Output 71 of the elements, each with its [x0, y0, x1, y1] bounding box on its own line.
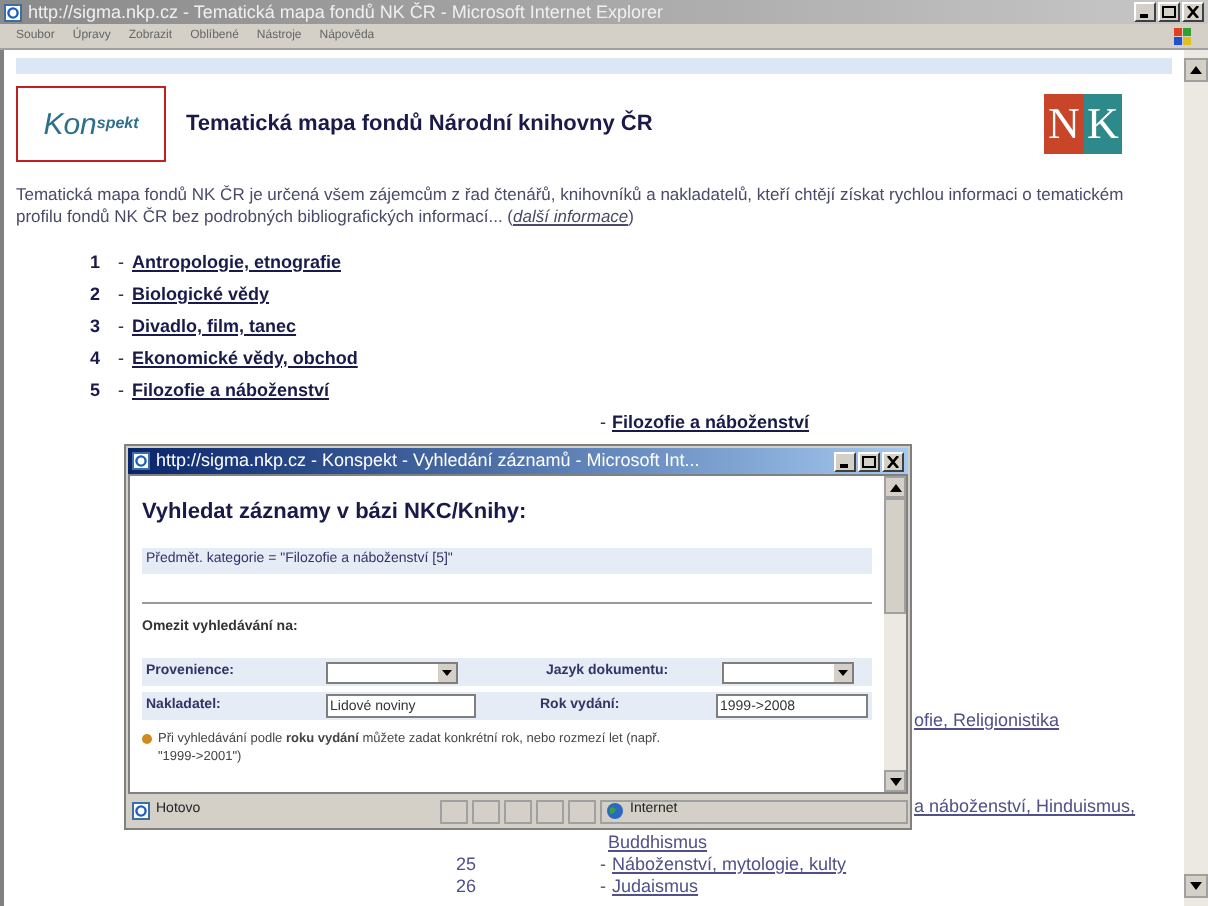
subcategory-link[interactable]: ofie, Religionistika: [914, 710, 1060, 732]
page-icon: [4, 3, 22, 21]
up-arrow-icon: [1190, 66, 1202, 74]
close-button[interactable]: [882, 451, 904, 471]
windows-flag-icon: [1172, 26, 1192, 46]
caret-icon: [834, 663, 852, 681]
close-button[interactable]: [1182, 2, 1204, 22]
category-link[interactable]: Filozofie a náboženství: [132, 377, 330, 405]
status-pane: [472, 799, 500, 823]
category-link[interactable]: Ekonomické vědy, obchod: [132, 345, 358, 373]
category-link[interactable]: Divadlo, film, tanec: [132, 313, 297, 341]
more-info-link[interactable]: další informace: [513, 206, 629, 226]
subcategory-number: 26: [456, 876, 479, 898]
scroll-down-button[interactable]: [884, 770, 906, 792]
dash: -: [600, 876, 608, 898]
dash: -: [118, 249, 126, 276]
down-arrow-icon: [889, 777, 901, 785]
up-arrow-icon: [889, 483, 901, 491]
nk-logo: N K: [1044, 94, 1122, 154]
scroll-thumb[interactable]: [884, 498, 906, 614]
maximize-button[interactable]: [858, 451, 880, 471]
maximize-button[interactable]: [1158, 2, 1180, 22]
status-pane: [440, 799, 468, 823]
dash: -: [600, 409, 606, 436]
status-pane: [536, 799, 564, 823]
page-icon: [132, 802, 150, 820]
caret-icon: [438, 663, 456, 681]
category-number: 5: [90, 377, 103, 404]
dash: -: [118, 313, 126, 340]
popup-scrollbar[interactable]: [884, 476, 906, 792]
popup-title: http://sigma.nkp.cz - Konspekt - Vyhledání záznamů - Microsoft Int...: [156, 452, 702, 470]
subcategory-link[interactable]: Náboženství, mytologie, kulty: [612, 854, 847, 876]
page-icon: [132, 452, 150, 470]
minimize-button[interactable]: [834, 451, 856, 471]
maximize-icon: [862, 455, 876, 467]
dash: -: [118, 281, 126, 308]
category-number: 2: [90, 281, 103, 308]
scroll-down-button[interactable]: [1184, 874, 1208, 898]
status-pane: [568, 799, 596, 823]
category-link[interactable]: Biologické vědy: [132, 281, 270, 309]
scrollbar[interactable]: [1184, 50, 1208, 906]
subcategory-link[interactable]: a náboženství, Hinduismus,: [914, 796, 1136, 818]
category-link[interactable]: Antropologie, etnografie: [132, 249, 341, 277]
down-arrow-icon: [1190, 882, 1202, 890]
category-number: 3: [90, 313, 103, 340]
dash: -: [600, 854, 608, 876]
subheading-link[interactable]: Filozofie a náboženství: [612, 409, 810, 437]
page-heading: Tematická mapa fondů Národní knihovny ČR: [186, 108, 653, 140]
popup-heading: Vyhledat záznamy v bázi NKC/Knihy:: [142, 498, 529, 528]
subcategory-number: 25: [456, 854, 479, 876]
dropdown[interactable]: [326, 661, 458, 683]
maximize-icon: [1162, 6, 1176, 18]
status-pane: [504, 799, 532, 823]
dash: -: [118, 377, 126, 404]
category-number: 1: [90, 249, 103, 276]
window-title: http://sigma.nkp.cz - Tematická mapa fondů NK ČR - Microsoft Internet Explorer: [28, 3, 665, 21]
category-number: 4: [90, 345, 103, 372]
logo-text: Kon: [43, 109, 97, 139]
bullet-icon: [142, 734, 152, 744]
globe-icon: [606, 802, 624, 820]
scroll-up-button[interactable]: [1184, 58, 1208, 82]
close-icon: [886, 455, 900, 467]
scroll-up-button[interactable]: [884, 476, 906, 498]
subcategory-link[interactable]: Judaismus: [612, 876, 699, 898]
subcategory-link[interactable]: Buddhismus: [608, 832, 708, 854]
dropdown[interactable]: [722, 661, 854, 683]
close-icon: [1186, 6, 1200, 18]
minimize-button[interactable]: [1134, 2, 1156, 22]
dash: -: [118, 345, 126, 372]
logo-text-small: spekt: [96, 116, 139, 132]
intro-paragraph: Tematická mapa fondů NK ČR je určená všem zájemcům z řad čtenářů, knihovníků a nakladatelů, kteří chtějí získat rychlou informaci o tematickém profilu fondů NK ČR bez podrobných bibliografických informací... (další informace): [16, 184, 1126, 228]
